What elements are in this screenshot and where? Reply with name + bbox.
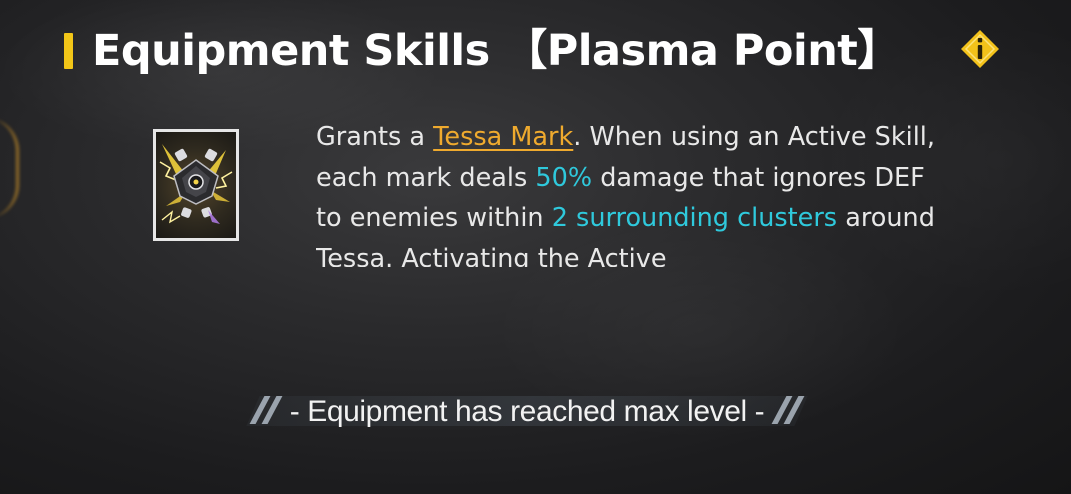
damage-percent-value: 50% bbox=[535, 162, 593, 193]
edge-glow-decoration bbox=[0, 118, 19, 218]
info-diamond-icon bbox=[961, 30, 999, 68]
max-level-banner: - Equipment has reached max level - bbox=[243, 392, 811, 432]
skill-icon[interactable] bbox=[153, 129, 239, 241]
cluster-range-value: 2 surrounding clusters bbox=[551, 203, 838, 233]
max-level-text: - Equipment has reached max level - bbox=[289, 395, 765, 428]
skill-description: Grants a Tessa Mark. When using an Activ… bbox=[316, 117, 956, 267]
info-button[interactable] bbox=[960, 29, 1000, 69]
plasma-point-drone-icon bbox=[159, 144, 233, 224]
title-accent-bar bbox=[64, 33, 73, 69]
description-text-1: Grants a bbox=[316, 122, 434, 152]
tessa-mark-link[interactable]: Tessa Mark bbox=[433, 122, 573, 152]
page-title: Equipment Skills 【Plasma Point】 bbox=[92, 26, 900, 76]
